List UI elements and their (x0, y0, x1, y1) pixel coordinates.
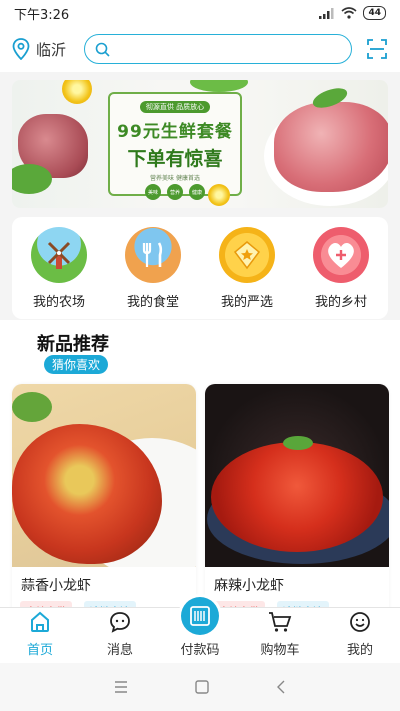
menu-icon[interactable] (114, 681, 128, 693)
quick-entry-label: 我的严选 (220, 294, 273, 310)
tab-cart[interactable]: 购物车 (245, 609, 315, 658)
new-products-section: 新品推荐 猜你喜欢 蒜香小龙虾 产地直供 冷链直达 麻辣小龙虾 产地直供 冷链直… (0, 320, 400, 624)
payment-code-button[interactable] (181, 597, 219, 635)
promo-banner[interactable]: 彻源直供 品质放心 99元生鲜套餐 下单有惊喜 营养美味 健康首选 美味 营养 … (12, 80, 388, 208)
search-box[interactable] (84, 34, 352, 64)
tab-label: 付款码 (180, 643, 220, 658)
leaf-decoration (12, 164, 52, 194)
wifi-icon (341, 7, 357, 19)
tab-messages[interactable]: 消息 (85, 609, 155, 658)
scan-button[interactable] (366, 38, 388, 60)
promo-badge: 营养 (167, 184, 183, 200)
heart-plus-icon (313, 226, 369, 283)
tab-label: 消息 (106, 643, 133, 658)
quick-entry-farm[interactable]: 我的农场 (19, 226, 99, 310)
status-icons: 44 (319, 6, 386, 20)
back-icon[interactable] (276, 680, 286, 694)
tab-home[interactable]: 首页 (5, 609, 75, 658)
home-icon (31, 611, 49, 632)
search-input[interactable] (116, 41, 341, 57)
message-icon (110, 612, 130, 633)
quick-entry-panel: 我的农场 我的食堂 我的严选 我的乡村 (12, 217, 388, 319)
system-nav-bar (0, 663, 400, 711)
promo-badge: 美味 (145, 184, 161, 200)
star-badge-icon (219, 226, 275, 283)
location-label: 临沂 (36, 40, 67, 59)
battery-indicator: 44 (363, 6, 386, 20)
product-name: 麻辣小龙虾 (214, 578, 284, 594)
promo-badge: 健康 (189, 184, 205, 200)
profile-icon (350, 612, 370, 632)
fork-knife-icon (125, 226, 181, 283)
promo-tagline: 营养美味 健康首选 (150, 175, 200, 182)
tab-label: 我的 (346, 643, 373, 658)
product-name: 蒜香小龙虾 (21, 578, 91, 594)
section-subtitle-badge: 猜你喜欢 (44, 355, 109, 374)
quick-entry-label: 我的农场 (32, 294, 85, 310)
quick-entry-label: 我的乡村 (314, 294, 367, 310)
product-card[interactable]: 麻辣小龙虾 产地直供 冷链直达 (205, 384, 389, 624)
quick-entry-village[interactable]: 我的乡村 (301, 226, 381, 310)
leaf-decoration (190, 80, 248, 92)
search-icon (95, 42, 110, 57)
promo-subheadline: 下单有惊喜 (127, 148, 223, 170)
quick-entry-label: 我的食堂 (126, 294, 179, 310)
section-title: 新品推荐 (37, 334, 109, 355)
tab-label: 购物车 (260, 643, 300, 658)
promo-headline: 99元生鲜套餐 (117, 122, 233, 142)
home-square-icon[interactable] (195, 680, 209, 694)
meat-image-right (274, 102, 388, 192)
qrcode-icon (190, 606, 210, 626)
signal-icon (319, 8, 334, 19)
lemon-decoration (62, 80, 92, 104)
product-image (12, 384, 196, 567)
location-selector[interactable]: 临沂 (12, 38, 84, 60)
lemon-decoration (208, 184, 230, 206)
status-bar: 下午3:26 44 (0, 0, 400, 26)
cart-icon (269, 612, 292, 632)
status-time: 下午3:26 (14, 7, 70, 23)
product-image (205, 384, 389, 567)
scan-icon (367, 39, 387, 59)
location-pin-icon (12, 38, 30, 60)
promo-card: 彻源直供 品质放心 99元生鲜套餐 下单有惊喜 营养美味 健康首选 美味 营养 … (108, 92, 242, 200)
quick-entry-selection[interactable]: 我的严选 (207, 226, 287, 310)
quick-entry-canteen[interactable]: 我的食堂 (113, 226, 193, 310)
windmill-icon (31, 226, 87, 283)
tab-profile[interactable]: 我的 (325, 609, 395, 658)
product-card[interactable]: 蒜香小龙虾 产地直供 冷链直达 (12, 384, 196, 624)
tab-label: 首页 (26, 643, 53, 658)
top-bar: 临沂 (0, 26, 400, 72)
promo-chip: 彻源直供 品质放心 (139, 101, 211, 113)
